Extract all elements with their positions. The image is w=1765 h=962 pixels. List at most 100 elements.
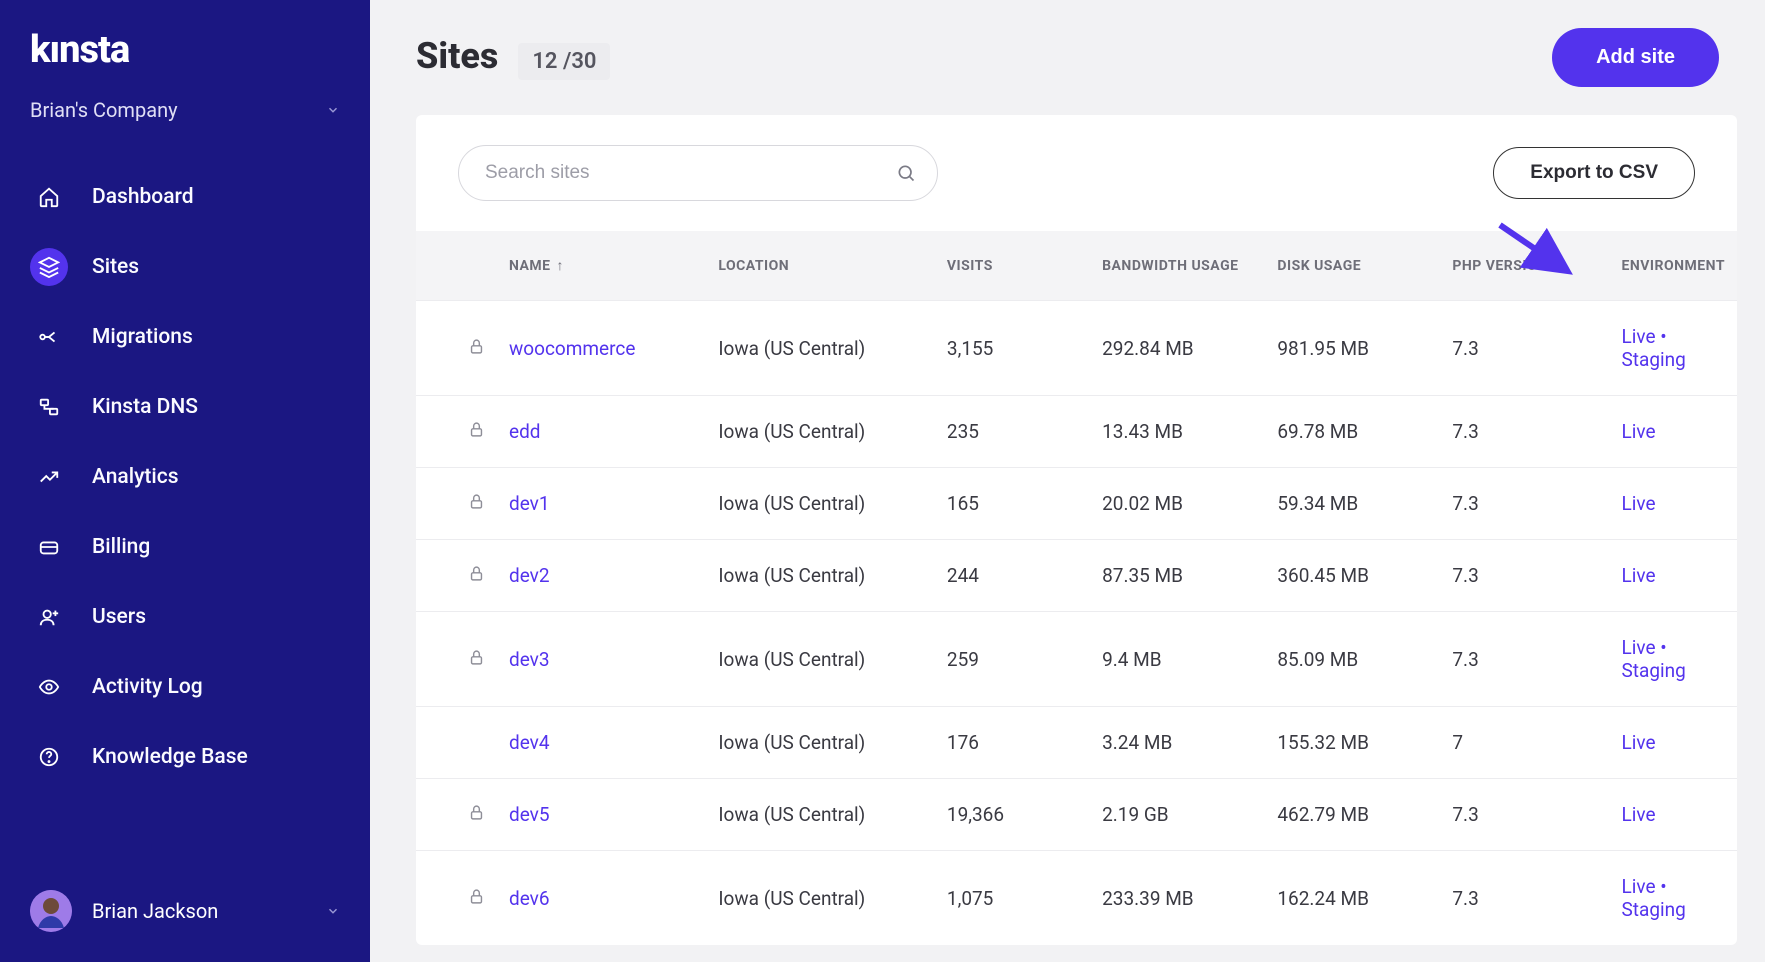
add-site-button[interactable]: Add site xyxy=(1552,28,1719,87)
cell-lock xyxy=(416,612,497,707)
env-link[interactable]: Live xyxy=(1622,492,1656,515)
sidebar-item-users[interactable]: Users xyxy=(0,582,370,652)
company-selector[interactable]: Brian's Company xyxy=(0,90,370,152)
table-row[interactable]: dev2Iowa (US Central)24487.35 MB360.45 M… xyxy=(416,540,1737,612)
env-link[interactable]: Staging xyxy=(1622,898,1686,921)
col-name[interactable]: NAME↑ xyxy=(497,231,706,301)
logo: kınsta xyxy=(0,0,370,90)
col-disk[interactable]: DISK USAGE xyxy=(1265,231,1440,301)
site-link[interactable]: dev2 xyxy=(509,564,550,587)
table-row[interactable]: dev1 Iowa (US Central)16520.02 MB59.34 MB… xyxy=(416,468,1737,540)
site-link[interactable]: dev5 xyxy=(509,803,550,826)
cell-lock xyxy=(416,468,497,540)
logo-text: kınsta xyxy=(30,28,340,72)
user-menu[interactable]: Brian Jackson xyxy=(0,870,370,962)
cell-bandwidth: 20.02 MB xyxy=(1090,468,1265,540)
cell-visits: 165 xyxy=(935,468,1090,540)
sidebar-item-billing[interactable]: Billing xyxy=(0,512,370,582)
sidebar-item-analytics[interactable]: Analytics xyxy=(0,442,370,512)
cell-disk: 59.34 MB xyxy=(1265,468,1440,540)
dns-icon xyxy=(38,396,60,418)
lock-icon xyxy=(468,564,485,581)
cell-name: dev1 xyxy=(497,468,706,540)
cell-name: dev5 xyxy=(497,779,706,851)
cell-location: Iowa (US Central) xyxy=(706,396,935,468)
env-link[interactable]: Live xyxy=(1622,636,1656,659)
cell-visits: 244 xyxy=(935,540,1090,612)
lock-icon xyxy=(468,337,485,354)
sidebar-item-activity[interactable]: Activity Log xyxy=(0,652,370,722)
cell-name: edd xyxy=(497,396,706,468)
main-content: Sites 12 /30 Add site Export to CSV NAME… xyxy=(370,0,1765,962)
site-link[interactable]: edd xyxy=(509,420,541,443)
site-link[interactable]: dev4 xyxy=(509,731,550,754)
cell-visits: 235 xyxy=(935,396,1090,468)
col-location[interactable]: LOCATION xyxy=(706,231,935,301)
cell-php: 7.3 xyxy=(1440,540,1609,612)
env-link[interactable]: Live xyxy=(1622,564,1656,587)
env-link[interactable]: Staging xyxy=(1622,659,1686,682)
sidebar-item-label: Billing xyxy=(92,535,150,559)
chevron-down-icon xyxy=(326,904,340,918)
chevron-down-icon xyxy=(326,103,340,117)
sidebar-item-dashboard[interactable]: Dashboard xyxy=(0,162,370,232)
col-php[interactable]: PHP VERSION xyxy=(1440,231,1609,301)
lock-icon xyxy=(468,492,485,509)
cell-env: Live • Staging xyxy=(1610,301,1737,396)
env-link[interactable]: Live xyxy=(1622,803,1656,826)
table-row[interactable]: dev6Iowa (US Central)1,075233.39 MB162.2… xyxy=(416,851,1737,946)
sidebar-item-dns[interactable]: Kinsta DNS xyxy=(0,372,370,442)
cell-location: Iowa (US Central) xyxy=(706,707,935,779)
env-link[interactable]: Live xyxy=(1622,420,1656,443)
sidebar-item-sites[interactable]: Sites xyxy=(0,232,370,302)
lock-icon xyxy=(468,803,485,820)
page-header: Sites 12 /30 Add site xyxy=(370,0,1765,115)
sidebar-item-knowledge[interactable]: Knowledge Base xyxy=(0,722,370,792)
cell-bandwidth: 2.19 GB xyxy=(1090,779,1265,851)
eye-icon xyxy=(38,676,60,698)
cell-php: 7 xyxy=(1440,707,1609,779)
cell-location: Iowa (US Central) xyxy=(706,612,935,707)
env-link[interactable]: Staging xyxy=(1622,348,1686,371)
env-link[interactable]: Live xyxy=(1622,325,1656,348)
col-visits[interactable]: VISITS xyxy=(935,231,1090,301)
col-environment[interactable]: ENVIRONMENT xyxy=(1610,231,1737,301)
cell-name: woocommerce xyxy=(497,301,706,396)
users-icon xyxy=(38,606,60,628)
cell-location: Iowa (US Central) xyxy=(706,468,935,540)
cell-bandwidth: 13.43 MB xyxy=(1090,396,1265,468)
cell-lock xyxy=(416,779,497,851)
page-title: Sites xyxy=(416,35,498,77)
env-link[interactable]: Live xyxy=(1622,875,1656,898)
site-link[interactable]: woocommerce xyxy=(509,337,635,360)
table-row[interactable]: woocommerceIowa (US Central)3,155292.84 … xyxy=(416,301,1737,396)
cell-disk: 162.24 MB xyxy=(1265,851,1440,946)
site-link[interactable]: dev3 xyxy=(509,648,550,671)
avatar xyxy=(30,890,72,932)
cell-location: Iowa (US Central) xyxy=(706,301,935,396)
sidebar-item-migrations[interactable]: Migrations xyxy=(0,302,370,372)
layers-icon xyxy=(38,256,60,278)
search-input[interactable] xyxy=(458,145,938,201)
export-csv-button[interactable]: Export to CSV xyxy=(1493,147,1695,199)
env-link[interactable]: Live xyxy=(1622,731,1656,754)
table-row[interactable]: dev4Iowa (US Central)1763.24 MB155.32 MB… xyxy=(416,707,1737,779)
sites-table: NAME↑ LOCATION VISITS BANDWIDTH USAGE DI… xyxy=(416,231,1737,945)
sidebar-item-label: Kinsta DNS xyxy=(92,395,198,419)
table-row[interactable]: dev3Iowa (US Central)2599.4 MB85.09 MB7.… xyxy=(416,612,1737,707)
sidebar-item-label: Activity Log xyxy=(92,675,203,699)
table-row[interactable]: dev5Iowa (US Central)19,3662.19 GB462.79… xyxy=(416,779,1737,851)
cell-env: Live xyxy=(1610,779,1737,851)
cell-php: 7.3 xyxy=(1440,468,1609,540)
cell-php: 7.3 xyxy=(1440,851,1609,946)
card-toolbar: Export to CSV xyxy=(416,115,1737,231)
col-bandwidth[interactable]: BANDWIDTH USAGE xyxy=(1090,231,1265,301)
site-link[interactable]: dev1 xyxy=(509,492,550,515)
lock-icon xyxy=(468,420,485,437)
site-link[interactable]: dev6 xyxy=(509,887,550,910)
table-row[interactable]: eddIowa (US Central)23513.43 MB69.78 MB7… xyxy=(416,396,1737,468)
home-icon xyxy=(38,186,60,208)
company-name: Brian's Company xyxy=(30,98,178,122)
analytics-icon xyxy=(38,466,60,488)
help-icon xyxy=(38,746,60,768)
